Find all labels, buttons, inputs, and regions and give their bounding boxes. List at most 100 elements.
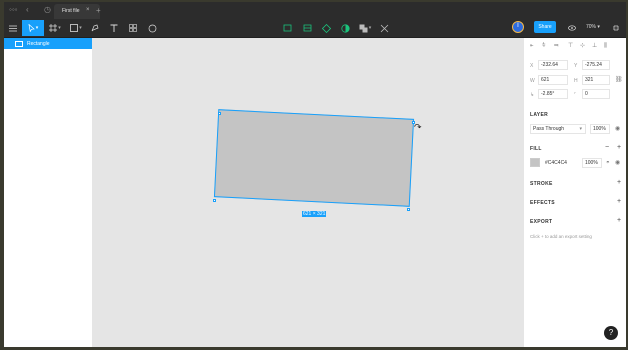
add-export-icon[interactable]: + — [617, 217, 621, 224]
resize-handle-bottom-left[interactable] — [213, 199, 216, 202]
eye-icon[interactable]: ◉ — [615, 160, 620, 166]
component-icon — [321, 23, 331, 33]
resources-button[interactable] — [126, 20, 140, 36]
rectangle-layer-icon — [15, 41, 23, 47]
fill-opacity-field[interactable]: 100% — [582, 158, 602, 168]
crop-button[interactable] — [280, 20, 294, 36]
eye-icon[interactable]: ◉ — [615, 126, 620, 132]
y-label: Y — [574, 63, 578, 69]
help-button[interactable]: ? — [604, 326, 618, 340]
mask-icon — [340, 23, 350, 33]
add-tab-icon[interactable]: + — [96, 6, 101, 15]
add-effect-icon[interactable]: + — [617, 198, 621, 205]
width-field[interactable]: 621 — [538, 75, 568, 85]
pen-tool-button[interactable] — [88, 20, 102, 36]
blend-mode-value: Pass Through — [533, 126, 565, 132]
w-label: W — [530, 78, 535, 84]
eye-icon — [568, 25, 576, 31]
component-button[interactable] — [319, 20, 333, 36]
corner-radius-field[interactable]: 0 — [582, 89, 610, 99]
close-icon[interactable]: × — [86, 7, 90, 13]
style-icon[interactable]: ◓ — [606, 160, 610, 166]
design-panel: ⫦ ⫩ ⫤ ⊤ ⊹ ⊥ ⫼ X -232.64 Y -275.24 W 621 … — [524, 38, 626, 347]
align-center-horizontal-icon[interactable]: ⫩ — [542, 43, 545, 49]
constrain-proportions-icon[interactable]: ⛓ — [615, 77, 623, 83]
h-label: H — [574, 78, 578, 84]
avatar[interactable]: I — [512, 21, 524, 33]
comment-tool-button[interactable] — [145, 20, 159, 36]
stroke-section-title: STROKE — [530, 181, 553, 187]
flatten-icon — [380, 24, 388, 32]
tab-first-file[interactable]: First file × — [54, 4, 100, 19]
align-top-icon[interactable]: ⊤ — [568, 43, 573, 49]
timer-icon[interactable]: ◷ — [44, 6, 51, 14]
boolean-icon — [359, 24, 368, 32]
selection-size-label: 621 × 321 — [302, 211, 327, 217]
distribute-icon[interactable]: ⫼ — [604, 43, 607, 49]
x-label: X — [530, 63, 534, 69]
boolean-button[interactable]: ▾ — [357, 20, 373, 36]
flatten-button[interactable] — [377, 20, 391, 36]
effects-section-title: EFFECTS — [530, 200, 555, 206]
share-button[interactable]: Share — [534, 21, 556, 33]
title-bar: ◦◦◦ ‹ ◷ First file × + — [4, 2, 626, 19]
align-center-vertical-icon[interactable]: ⊹ — [580, 43, 585, 49]
back-icon[interactable]: ‹ — [26, 6, 29, 14]
text-icon — [110, 24, 118, 32]
comment-icon — [148, 24, 156, 32]
height-field[interactable]: 321 — [582, 75, 610, 85]
rotation-field[interactable]: -2.85° — [538, 89, 568, 99]
radius-label: ⌜ — [574, 92, 577, 98]
chevron-down-icon: ▾ — [58, 25, 61, 31]
align-right-icon[interactable]: ⫤ — [554, 43, 559, 49]
window-controls-icon[interactable]: ◦◦◦ — [9, 6, 18, 14]
add-fill-icon[interactable]: + — [617, 144, 621, 151]
layer-section-title: LAYER — [530, 112, 548, 118]
zoom-level[interactable]: 70% ▾ — [586, 24, 600, 30]
crop-icon — [283, 24, 291, 32]
align-bottom-icon[interactable]: ⊥ — [592, 43, 597, 49]
chevron-down-icon: ▾ — [35, 25, 39, 31]
resize-handle-bottom-right[interactable] — [407, 208, 410, 211]
chevron-down-icon: ▾ — [579, 126, 582, 132]
fill-color-swatch[interactable] — [530, 158, 540, 167]
layers-panel: Rectangle — [4, 38, 92, 347]
selected-rectangle[interactable] — [213, 109, 415, 207]
collapse-icon — [613, 25, 619, 31]
move-tool-button[interactable]: ▾ — [22, 20, 44, 36]
main-menu-button[interactable] — [6, 20, 20, 36]
app-window: ◦◦◦ ‹ ◷ First file × + ▾ ▾ ▾ ▾ I Share 7… — [4, 2, 626, 347]
text-tool-button[interactable] — [107, 20, 121, 36]
present-button[interactable] — [566, 20, 578, 36]
rotation-label: ↳ — [530, 92, 535, 98]
pen-icon — [91, 24, 99, 32]
toolbar: ▾ ▾ ▾ ▾ I Share 70% ▾ — [4, 19, 626, 38]
cursor-icon — [28, 24, 35, 32]
blend-mode-select[interactable]: Pass Through ▾ — [530, 124, 586, 134]
rectangle-icon — [70, 24, 79, 32]
chevron-down-icon: ▾ — [597, 24, 600, 30]
chevron-down-icon: ▾ — [79, 25, 82, 31]
tab-label: First file — [62, 8, 80, 14]
styles-icon[interactable]: − — [605, 144, 609, 151]
rotate-cursor-icon: ↷ — [414, 122, 422, 132]
x-field[interactable]: -232.64 — [538, 60, 568, 70]
fill-section-title: FILL — [530, 146, 542, 152]
frame-icon — [49, 24, 58, 32]
transform-icon — [303, 24, 311, 32]
layer-opacity-field[interactable]: 100% — [590, 124, 610, 134]
layer-row-rectangle[interactable]: Rectangle — [4, 38, 92, 49]
collapse-ui-button[interactable] — [610, 20, 622, 36]
fill-hex-field[interactable]: #C4C4C4 — [542, 158, 578, 168]
shape-tool-button[interactable]: ▾ — [67, 20, 85, 36]
transform-button[interactable] — [300, 20, 314, 36]
zoom-label: 70% — [586, 24, 597, 30]
resize-handle-top-left[interactable] — [218, 112, 221, 115]
y-field[interactable]: -275.24 — [582, 60, 610, 70]
mask-button[interactable] — [338, 20, 352, 36]
frame-tool-button[interactable]: ▾ — [46, 20, 64, 36]
export-hint: Click + to add an export setting — [530, 234, 592, 239]
align-left-icon[interactable]: ⫦ — [530, 43, 533, 49]
add-stroke-icon[interactable]: + — [617, 179, 621, 186]
hamburger-icon — [9, 25, 17, 31]
